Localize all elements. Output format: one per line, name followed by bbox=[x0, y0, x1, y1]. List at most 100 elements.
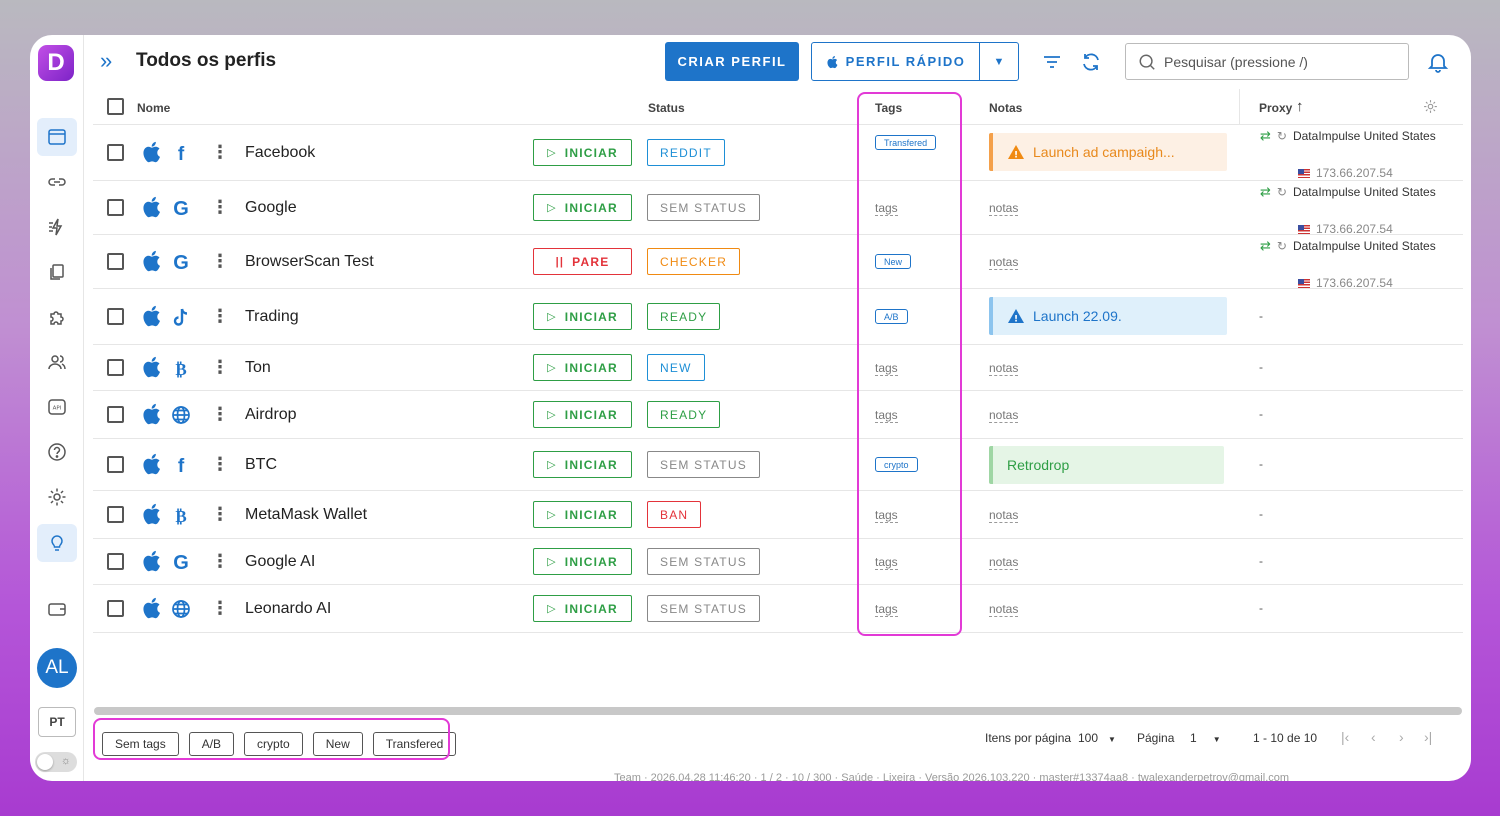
more-vertical-icon[interactable]: ⋮ bbox=[211, 455, 229, 473]
profile-name[interactable]: BrowserScan Test bbox=[245, 253, 374, 271]
note-card[interactable]: ! Launch ad campaigh... bbox=[989, 133, 1227, 171]
notes-placeholder[interactable]: notas bbox=[989, 409, 1019, 423]
create-profile-button[interactable]: CRIAR PERFIL bbox=[665, 42, 799, 81]
last-page-icon[interactable]: ›| bbox=[1424, 729, 1432, 745]
row-checkbox[interactable] bbox=[107, 359, 124, 376]
wallet-icon[interactable] bbox=[37, 590, 77, 628]
link-icon[interactable] bbox=[37, 163, 77, 201]
bell-icon[interactable] bbox=[1426, 50, 1450, 74]
caret-down-icon[interactable]: ▼ bbox=[980, 43, 1018, 80]
browser-icon[interactable] bbox=[37, 118, 77, 156]
puzzle-icon[interactable] bbox=[37, 298, 77, 336]
table-row[interactable]: G ⋮ Google ▷ INICIAR SEM STATUS tags notas ⇄ ↻ Da… bbox=[93, 181, 1463, 236]
proxy-cell[interactable]: ⇄ ↻ DataImpulse United States 173.66.207.5… bbox=[1260, 128, 1436, 180]
row-checkbox[interactable] bbox=[107, 406, 124, 423]
note-card[interactable]: Retrodrop bbox=[989, 446, 1224, 484]
status-badge[interactable]: SEM STATUS bbox=[647, 595, 760, 622]
profile-name[interactable]: Google bbox=[245, 199, 297, 217]
users-icon[interactable] bbox=[37, 343, 77, 381]
more-vertical-icon[interactable]: ⋮ bbox=[211, 143, 229, 161]
horizontal-scrollbar[interactable] bbox=[94, 707, 1462, 715]
notes-placeholder[interactable]: notas bbox=[989, 556, 1019, 570]
table-row[interactable]: ⋮ Leonardo AI ▷ INICIAR SEM STATUS tags notas - bbox=[93, 585, 1463, 633]
start-button[interactable]: ▷ INICIAR bbox=[533, 354, 632, 381]
status-badge[interactable]: SEM STATUS bbox=[647, 194, 760, 221]
start-button[interactable]: ▷ INICIAR bbox=[533, 548, 632, 575]
status-badge[interactable]: READY bbox=[647, 303, 721, 330]
row-checkbox[interactable] bbox=[107, 199, 124, 216]
more-vertical-icon[interactable]: ⋮ bbox=[211, 405, 229, 423]
sort-asc-icon[interactable]: ↑ bbox=[1296, 98, 1304, 115]
profile-name[interactable]: Airdrop bbox=[245, 406, 297, 424]
column-notes[interactable]: Notas bbox=[989, 101, 1022, 115]
profile-name[interactable]: Facebook bbox=[245, 144, 315, 162]
more-vertical-icon[interactable]: ⋮ bbox=[211, 552, 229, 570]
proxy-cell[interactable]: ⇄ ↻ DataImpulse United States 173.66.207.5… bbox=[1260, 238, 1436, 290]
column-status[interactable]: Status bbox=[648, 101, 685, 115]
automation-icon[interactable] bbox=[37, 208, 77, 246]
start-button[interactable]: ▷ INICIAR bbox=[533, 595, 632, 622]
profile-name[interactable]: BTC bbox=[245, 456, 277, 474]
start-button[interactable]: ▷ INICIAR bbox=[533, 451, 632, 478]
app-logo[interactable]: D bbox=[38, 45, 74, 81]
profile-name[interactable]: Ton bbox=[245, 359, 271, 377]
profile-name[interactable]: Leonardo AI bbox=[245, 600, 331, 618]
profile-name[interactable]: Google AI bbox=[245, 553, 315, 571]
table-row[interactable]: ₿ ⋮ Ton ▷ INICIAR NEW tags notas - bbox=[93, 345, 1463, 391]
page-select[interactable]: 1 ▼ bbox=[1190, 731, 1221, 745]
copy-icon[interactable] bbox=[37, 253, 77, 291]
proxy-cell[interactable]: ⇄ ↻ DataImpulse United States 173.66.207.5… bbox=[1260, 184, 1436, 236]
language-button[interactable]: PT bbox=[38, 707, 76, 737]
row-checkbox[interactable] bbox=[107, 506, 124, 523]
row-checkbox[interactable] bbox=[107, 144, 124, 161]
quick-profile-button[interactable]: PERFIL RÁPIDO bbox=[812, 43, 980, 80]
items-per-page-select[interactable]: 100 ▼ bbox=[1078, 731, 1116, 745]
status-badge[interactable]: READY bbox=[647, 401, 721, 428]
start-button[interactable]: ▷ INICIAR bbox=[533, 501, 632, 528]
status-badge[interactable]: CHECKER bbox=[647, 248, 741, 275]
expand-icon[interactable]: » bbox=[100, 50, 112, 72]
gear-icon[interactable] bbox=[1423, 99, 1438, 114]
more-vertical-icon[interactable]: ⋮ bbox=[211, 505, 229, 523]
start-button[interactable]: ▷ INICIAR bbox=[533, 194, 632, 221]
table-row[interactable]: ⋮ Trading ▷ INICIAR READY A/B! Launch 22.09. - bbox=[93, 289, 1463, 345]
more-vertical-icon[interactable]: ⋮ bbox=[211, 252, 229, 270]
status-badge[interactable]: SEM STATUS bbox=[647, 548, 760, 575]
profile-name[interactable]: Trading bbox=[245, 308, 299, 326]
table-row[interactable]: ⋮ Airdrop ▷ INICIAR READY tags notas - bbox=[93, 391, 1463, 439]
table-row[interactable]: G ⋮ Google AI ▷ INICIAR SEM STATUS tags notas - bbox=[93, 539, 1463, 585]
row-checkbox[interactable] bbox=[107, 600, 124, 617]
help-icon[interactable] bbox=[37, 433, 77, 471]
more-vertical-icon[interactable]: ⋮ bbox=[211, 358, 229, 376]
next-page-icon[interactable]: › bbox=[1399, 729, 1404, 745]
row-checkbox[interactable] bbox=[107, 456, 124, 473]
first-page-icon[interactable]: |‹ bbox=[1341, 729, 1349, 745]
notes-placeholder[interactable]: notas bbox=[989, 256, 1019, 270]
filter-icon[interactable] bbox=[1041, 51, 1063, 73]
more-vertical-icon[interactable]: ⋮ bbox=[211, 307, 229, 325]
refresh-icon[interactable] bbox=[1080, 51, 1102, 73]
status-badge[interactable]: NEW bbox=[647, 354, 705, 381]
api-icon[interactable]: API bbox=[37, 388, 77, 426]
avatar[interactable]: AL bbox=[37, 648, 77, 688]
notes-placeholder[interactable]: notas bbox=[989, 202, 1019, 216]
start-button[interactable]: ▷ INICIAR bbox=[533, 303, 632, 330]
search-input[interactable] bbox=[1164, 53, 1384, 70]
select-all-checkbox[interactable] bbox=[107, 98, 124, 115]
note-card[interactable]: ! Launch 22.09. bbox=[989, 297, 1227, 335]
table-row[interactable]: f ⋮ BTC ▷ INICIAR SEM STATUS crypto Retrodrop - bbox=[93, 439, 1463, 491]
row-checkbox[interactable] bbox=[107, 253, 124, 270]
start-button[interactable]: ▷ INICIAR bbox=[533, 139, 632, 166]
stop-button[interactable]: || PARE bbox=[533, 248, 632, 275]
lightbulb-icon[interactable] bbox=[37, 524, 77, 562]
table-row[interactable]: ₿ ⋮ MetaMask Wallet ▷ INICIAR BAN tags notas - bbox=[93, 491, 1463, 539]
column-name[interactable]: Nome bbox=[137, 101, 170, 115]
profile-name[interactable]: MetaMask Wallet bbox=[245, 506, 367, 524]
status-badge[interactable]: SEM STATUS bbox=[647, 451, 760, 478]
theme-toggle[interactable]: ☼ bbox=[35, 752, 77, 772]
row-checkbox[interactable] bbox=[107, 308, 124, 325]
table-row[interactable]: G ⋮ BrowserScan Test || PARE CHECKER New notas … bbox=[93, 235, 1463, 290]
notes-placeholder[interactable]: notas bbox=[989, 603, 1019, 617]
notes-placeholder[interactable]: notas bbox=[989, 362, 1019, 376]
status-badge[interactable]: REDDIT bbox=[647, 139, 725, 166]
